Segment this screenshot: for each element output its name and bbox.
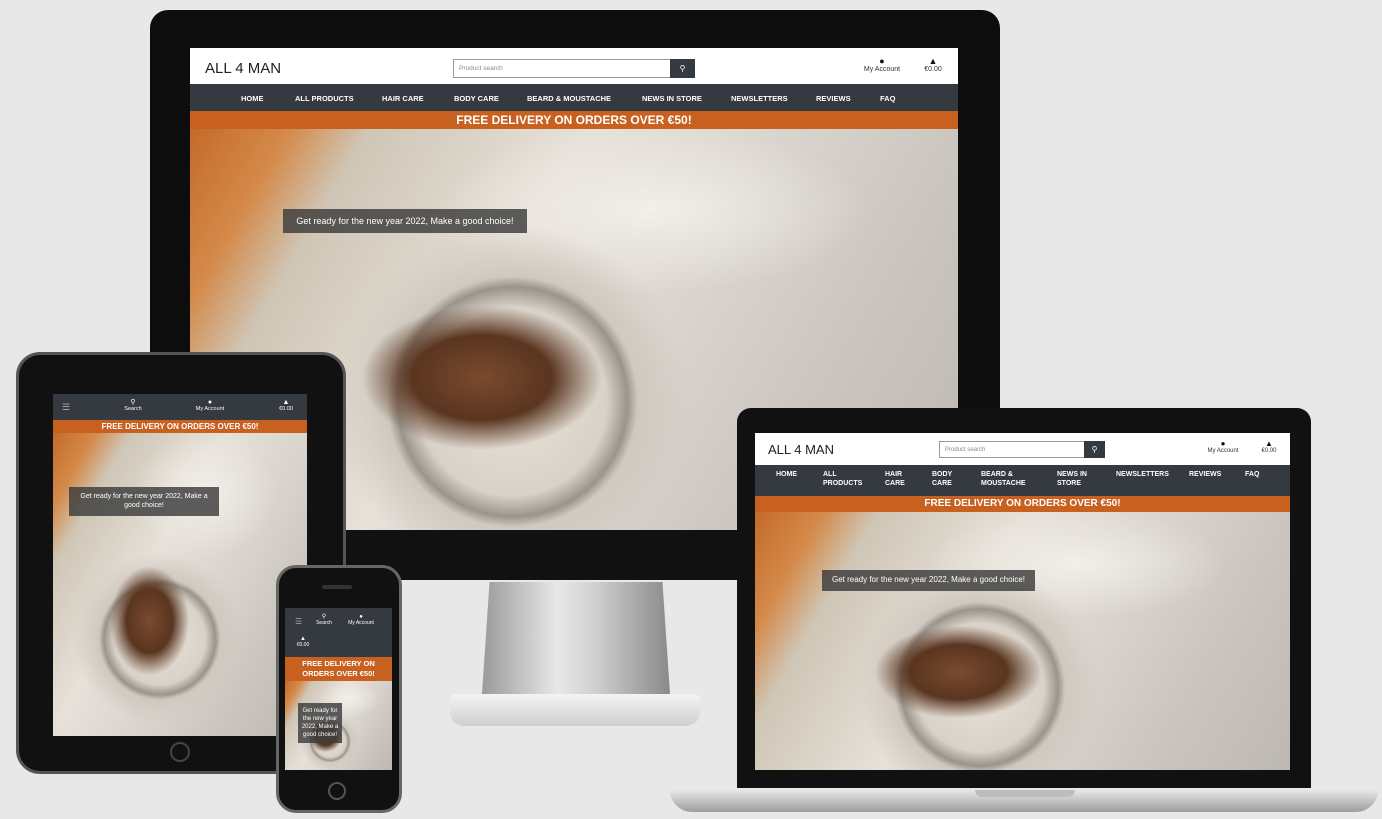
laptop-hero-image: Get ready for the new year 2022, Make a … xyxy=(755,512,1290,770)
tablet-search-label: Search xyxy=(124,406,142,412)
shopping-bag-icon: ▲ xyxy=(282,399,290,406)
phone-cart-total: €0.00 xyxy=(296,642,310,648)
laptop-nav-news-in-store[interactable]: NEWS IN STORE xyxy=(1057,471,1087,489)
laptop-delivery-banner: FREE DELIVERY ON ORDERS OVER €50! xyxy=(755,496,1290,512)
tablet-account-label: My Account xyxy=(195,406,225,412)
laptop-nav-hair-care[interactable]: HAIR CARE xyxy=(885,471,905,489)
hero-tagline: Get ready for the new year 2022, Make a … xyxy=(283,209,527,234)
phone-search-label: Search xyxy=(316,620,332,626)
nav-reviews[interactable]: REVIEWS xyxy=(816,94,851,103)
search-icon: ⚲ xyxy=(1091,445,1098,454)
tablet-delivery-banner: FREE DELIVERY ON ORDERS OVER €50! xyxy=(53,420,307,433)
phone-cart-link[interactable]: ▲ €0.00 xyxy=(293,636,313,648)
search-button[interactable]: ⚲ xyxy=(670,59,695,78)
nav-newsletters[interactable]: NEWSLETTERS xyxy=(731,94,788,103)
tablet-home-button xyxy=(170,742,190,762)
tablet-site-preview: ☰ ⚲ Search ● My Account ▲ €0.00 FREE DEL… xyxy=(53,394,307,736)
tablet-account-link[interactable]: ● My Account xyxy=(191,399,229,412)
user-icon: ● xyxy=(879,56,885,66)
shopping-bag-icon: ▲ xyxy=(928,56,938,66)
nav-all-products[interactable]: ALL PRODUCTS xyxy=(295,94,354,103)
search-icon: ⚲ xyxy=(679,64,686,73)
hamburger-menu-icon[interactable]: ☰ xyxy=(62,402,70,413)
search-input[interactable]: Product search xyxy=(453,59,671,78)
phone-home-button xyxy=(328,782,346,800)
search-placeholder: Product search xyxy=(459,65,503,72)
laptop-nav-faq[interactable]: FAQ xyxy=(1245,471,1259,480)
laptop-search-placeholder: Product search xyxy=(945,446,986,453)
laptop-cart-total: €0.00 xyxy=(1261,448,1277,454)
laptop-site-preview: ALL 4 MAN Product search ⚲ ● My Account … xyxy=(755,433,1290,770)
shopping-bag-icon: ▲ xyxy=(1265,439,1273,448)
phone-account-link[interactable]: ● My Account xyxy=(343,614,379,626)
laptop-nav-home[interactable]: HOME xyxy=(776,471,797,480)
laptop-search-button[interactable]: ⚲ xyxy=(1084,441,1105,458)
cart-total: €0.00 xyxy=(924,66,942,73)
phone-account-label: My Account xyxy=(348,620,374,626)
tablet-search-link[interactable]: ⚲ Search xyxy=(119,399,147,412)
laptop-account-link[interactable]: ● My Account xyxy=(1203,439,1243,455)
nav-hair-care[interactable]: HAIR CARE xyxy=(382,94,424,103)
laptop-navigation: HOME ALL PRODUCTS HAIR CARE BODY CARE BE… xyxy=(755,465,1290,496)
laptop-nav-body-care[interactable]: BODY CARE xyxy=(932,471,952,489)
tablet-cart-link[interactable]: ▲ €0.00 xyxy=(275,399,297,412)
nav-beard-moustache[interactable]: BEARD & MOUSTACHE xyxy=(527,94,611,103)
user-icon: ● xyxy=(1220,439,1226,448)
phone-site-preview: ☰ ⚲ Search ● My Account ▲ €0.00 FREE DEL… xyxy=(285,608,392,770)
laptop-nav-all-products[interactable]: ALL PRODUCTS xyxy=(823,471,862,489)
phone-delivery-banner: FREE DELIVERY ON ORDERS OVER €50! xyxy=(285,657,392,681)
desktop-monitor-base xyxy=(450,694,700,726)
laptop-cart-link[interactable]: ▲ €0.00 xyxy=(1257,439,1281,455)
laptop-nav-newsletters[interactable]: NEWSLETTERS xyxy=(1116,471,1169,480)
my-account-label: My Account xyxy=(863,66,901,73)
laptop-hero-tagline: Get ready for the new year 2022, Make a … xyxy=(822,570,1035,591)
delivery-banner: FREE DELIVERY ON ORDERS OVER €50! xyxy=(190,111,958,129)
tablet-header: ☰ ⚲ Search ● My Account ▲ €0.00 xyxy=(53,394,307,420)
laptop-nav-reviews[interactable]: REVIEWS xyxy=(1189,471,1221,480)
main-navigation: HOME ALL PRODUCTS HAIR CARE BODY CARE BE… xyxy=(190,84,958,111)
tablet-hero-tagline: Get ready for the new year 2022, Make a … xyxy=(69,487,219,516)
phone-search-link[interactable]: ⚲ Search xyxy=(312,614,336,626)
tablet-cart-total: €0.00 xyxy=(279,406,293,412)
desktop-header: ALL 4 MAN Product search ⚲ ● My Account … xyxy=(190,48,958,84)
search-icon: ⚲ xyxy=(130,399,136,406)
site-logo[interactable]: ALL 4 MAN xyxy=(205,60,281,77)
laptop-nav-beard-moustache[interactable]: BEARD & MOUSTACHE xyxy=(981,471,1026,489)
nav-news-in-store[interactable]: NEWS IN STORE xyxy=(642,94,702,103)
laptop-notch xyxy=(975,790,1075,797)
laptop-account-label: My Account xyxy=(1207,448,1239,454)
desktop-monitor-stand xyxy=(482,582,670,694)
phone-hero-image: Get ready for the new year 2022, Make a … xyxy=(285,681,392,770)
nav-home[interactable]: HOME xyxy=(241,94,264,103)
laptop-site-logo[interactable]: ALL 4 MAN xyxy=(768,442,834,457)
phone-speaker xyxy=(322,585,352,589)
cart-link[interactable]: ▲ €0.00 xyxy=(920,56,946,74)
nav-body-care[interactable]: BODY CARE xyxy=(454,94,499,103)
laptop-header: ALL 4 MAN Product search ⚲ ● My Account … xyxy=(755,433,1290,465)
tablet-hero-image: Get ready for the new year 2022, Make a … xyxy=(53,433,307,736)
nav-faq[interactable]: FAQ xyxy=(880,94,895,103)
hamburger-menu-icon[interactable]: ☰ xyxy=(295,617,302,626)
phone-header: ☰ ⚲ Search ● My Account ▲ €0.00 xyxy=(285,608,392,657)
laptop-search-input[interactable]: Product search xyxy=(939,441,1085,458)
phone-hero-tagline: Get ready for the new year 2022, Make a … xyxy=(298,703,342,744)
my-account-link[interactable]: ● My Account xyxy=(860,56,904,74)
user-icon: ● xyxy=(207,399,213,406)
